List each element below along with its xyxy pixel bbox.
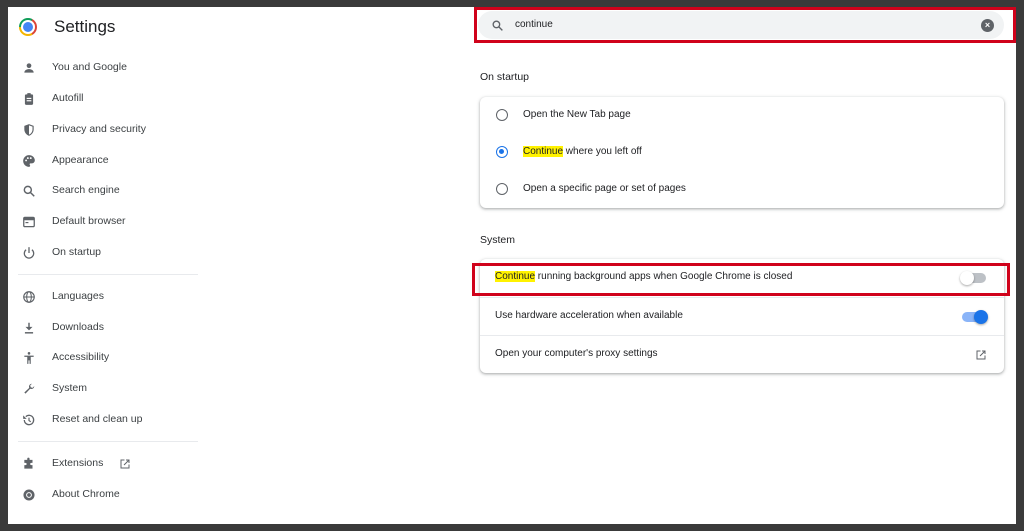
radio-button[interactable] [496,109,508,121]
history-icon [22,413,36,427]
startup-option-new-tab[interactable]: Open the New Tab page [480,97,1004,133]
sidebar-item-label: You and Google [52,61,127,73]
wrench-icon [22,382,36,396]
setting-label: Open your computer's proxy settings [495,348,658,359]
shield-icon [22,123,36,137]
radio-label-rest: where you left off [563,146,642,157]
sidebar-divider [18,441,198,442]
search-annotation-box [474,7,1016,43]
sidebar-item-on-startup[interactable]: On startup [8,242,198,266]
globe-icon [22,290,36,304]
sidebar-divider [18,274,198,275]
sidebar-item-downloads[interactable]: Downloads [8,317,198,341]
external-link-icon[interactable] [975,348,987,360]
sidebar-item-reset-and-clean-up[interactable]: Reset and clean up [8,409,198,433]
startup-card: Open the New Tab page Continue where you… [480,97,1004,208]
sidebar: Settings You and Google Autofill Privacy… [8,7,208,524]
sidebar-item-label: Appearance [52,154,109,166]
setting-row-hardware-acceleration[interactable]: Use hardware acceleration when available [480,297,1004,335]
sidebar-item-search-engine[interactable]: Search engine [8,180,198,204]
radio-label: Open the New Tab page [523,109,631,120]
sidebar-item-label: On startup [52,246,102,258]
sidebar-item-label: Downloads [52,321,104,333]
chrome-logo-icon [19,18,37,36]
section-title-system: System [480,234,516,246]
chrome-icon [22,488,36,502]
sidebar-item-label: Privacy and security [52,123,146,135]
sidebar-item-label: About Chrome [52,488,120,500]
settings-window: Settings You and Google Autofill Privacy… [8,7,1016,524]
search-icon [22,184,36,198]
sidebar-item-label: Accessibility [52,351,110,363]
sidebar-item-label: Reset and clean up [52,413,143,425]
sidebar-item-you-and-google[interactable]: You and Google [8,57,198,81]
puzzle-icon [22,457,36,471]
sidebar-item-label: System [52,382,88,394]
person-icon [22,61,36,75]
radio-label: Open a specific page or set of pages [523,183,686,194]
clipboard-icon [22,92,36,106]
download-icon [22,321,36,335]
page-title: Settings [54,17,116,36]
sidebar-item-accessibility[interactable]: Accessibility [8,347,198,371]
sidebar-item-about-chrome[interactable]: About Chrome [8,484,198,508]
sidebar-item-system[interactable]: System [8,378,198,402]
sidebar-item-label: Languages [52,290,104,302]
setting-annotation-box [472,263,1010,296]
sidebar-item-languages[interactable]: Languages [8,286,198,310]
sidebar-item-autofill[interactable]: Autofill [8,88,198,112]
sidebar-item-privacy-and-security[interactable]: Privacy and security [8,119,198,143]
sidebar-item-extensions[interactable]: Extensions [8,453,198,477]
startup-option-continue[interactable]: Continue where you left off [480,134,1004,170]
external-link-icon [119,457,131,469]
radio-button[interactable] [496,183,508,195]
section-title-on-startup: On startup [480,71,530,83]
brand: Settings [19,16,115,38]
power-icon [22,246,36,260]
hardware-acceleration-toggle[interactable] [962,310,988,324]
radio-button-selected[interactable] [496,146,508,158]
sidebar-item-label: Default browser [52,215,126,227]
accessibility-icon [22,351,36,365]
sidebar-item-label: Extensions [52,457,104,469]
sidebar-item-default-browser[interactable]: Default browser [8,211,198,235]
sidebar-item-appearance[interactable]: Appearance [8,150,198,174]
palette-icon [22,154,36,168]
startup-option-specific-pages[interactable]: Open a specific page or set of pages [480,171,1004,207]
search-match-highlight: Continue [523,146,564,157]
setting-row-proxy-settings[interactable]: Open your computer's proxy settings [480,335,1004,373]
sidebar-item-label: Search engine [52,184,120,196]
toggle-knob [974,310,988,324]
browser-icon [22,215,36,229]
sidebar-item-label: Autofill [52,92,84,104]
radio-label: Continue where you left off [523,146,642,157]
setting-label: Use hardware acceleration when available [495,310,683,321]
